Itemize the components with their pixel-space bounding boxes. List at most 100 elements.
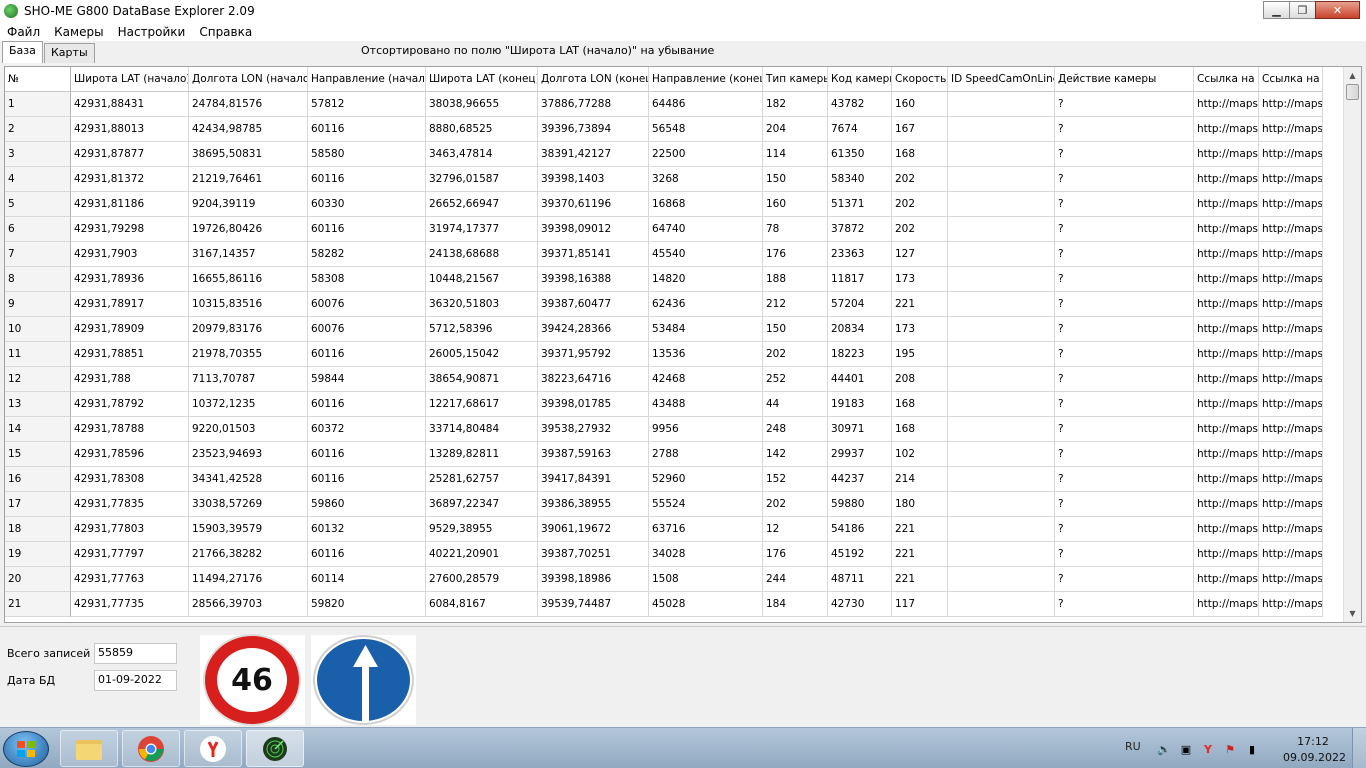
table-cell[interactable]: 42931,78308 xyxy=(71,467,189,492)
table-cell[interactable]: 114 xyxy=(763,142,828,167)
table-cell[interactable]: 59820 xyxy=(308,592,426,617)
table-cell[interactable]: 195 xyxy=(892,342,948,367)
table-cell[interactable]: http://maps. xyxy=(1194,367,1259,392)
table-cell[interactable]: 150 xyxy=(763,167,828,192)
table-cell[interactable]: 244 xyxy=(763,567,828,592)
table-cell[interactable]: 168 xyxy=(892,392,948,417)
column-header[interactable]: Долгота LON (конец) xyxy=(538,67,649,92)
tab-database[interactable]: База xyxy=(2,41,43,63)
table-cell[interactable]: 39387,70251 xyxy=(538,542,649,567)
column-header[interactable]: Ссылка на Яндекс xyxy=(1259,67,1323,92)
table-cell[interactable]: 34028 xyxy=(649,542,763,567)
tab-maps[interactable]: Карты xyxy=(44,43,95,63)
start-button[interactable] xyxy=(3,731,49,767)
column-header[interactable]: Широта LAT (конец) xyxy=(426,67,538,92)
table-cell[interactable]: 52960 xyxy=(649,467,763,492)
table-cell[interactable] xyxy=(948,492,1055,517)
table-cell[interactable]: 31974,17377 xyxy=(426,217,538,242)
table-cell[interactable]: ? xyxy=(1055,342,1194,367)
table-cell[interactable]: 45540 xyxy=(649,242,763,267)
table-cell[interactable]: http://maps. xyxy=(1194,92,1259,117)
table-cell[interactable]: http://maps. xyxy=(1259,517,1323,542)
table-cell[interactable]: ? xyxy=(1055,242,1194,267)
table-cell[interactable]: 221 xyxy=(892,292,948,317)
table-cell[interactable]: ? xyxy=(1055,542,1194,567)
table-cell[interactable]: 38391,42127 xyxy=(538,142,649,167)
table-cell[interactable]: 58580 xyxy=(308,142,426,167)
table-cell[interactable]: 173 xyxy=(892,317,948,342)
table-cell[interactable]: 16655,86116 xyxy=(189,267,308,292)
table-cell[interactable]: 202 xyxy=(892,167,948,192)
table-row[interactable]: 21 42931,77735 28566,39703 59820 6084,8167 39… xyxy=(5,592,1323,617)
scroll-down-icon[interactable]: ▼ xyxy=(1344,605,1361,622)
table-cell[interactable]: 42931,78792 xyxy=(71,392,189,417)
table-cell[interactable] xyxy=(948,167,1055,192)
table-row[interactable]: 7 42931,7903 3167,14357 58282 24138,68688 393… xyxy=(5,242,1323,267)
table-cell[interactable]: http://maps. xyxy=(1194,392,1259,417)
table-cell[interactable]: 42931,78909 xyxy=(71,317,189,342)
row-number-cell[interactable]: 3 xyxy=(5,142,71,167)
table-cell[interactable]: 34341,42528 xyxy=(189,467,308,492)
table-cell[interactable]: 173 xyxy=(892,267,948,292)
table-cell[interactable]: 42931,78596 xyxy=(71,442,189,467)
table-cell[interactable]: 58282 xyxy=(308,242,426,267)
table-row[interactable]: 20 42931,77763 11494,27176 60114 27600,28579… xyxy=(5,567,1323,592)
table-cell[interactable]: 117 xyxy=(892,592,948,617)
menu-help[interactable]: Справка xyxy=(192,25,259,39)
table-row[interactable]: 2 42931,88013 42434,98785 60116 8880,68525 39… xyxy=(5,117,1323,142)
table-row[interactable]: 1 42931,88431 24784,81576 57812 38038,96655 3… xyxy=(5,92,1323,117)
table-cell[interactable]: ? xyxy=(1055,417,1194,442)
table-cell[interactable]: 60116 xyxy=(308,342,426,367)
table-cell[interactable]: 39539,74487 xyxy=(538,592,649,617)
table-row[interactable]: 9 42931,78917 10315,83516 60076 36320,51803 3… xyxy=(5,292,1323,317)
table-cell[interactable] xyxy=(948,342,1055,367)
table-cell[interactable]: 60116 xyxy=(308,542,426,567)
table-cell[interactable]: 2788 xyxy=(649,442,763,467)
menu-settings[interactable]: Настройки xyxy=(111,25,193,39)
table-cell[interactable]: 26652,66947 xyxy=(426,192,538,217)
table-cell[interactable]: 3167,14357 xyxy=(189,242,308,267)
table-cell[interactable] xyxy=(948,142,1055,167)
table-cell[interactable]: 38223,64716 xyxy=(538,367,649,392)
table-cell[interactable]: http://maps. xyxy=(1259,367,1323,392)
table-cell[interactable]: 38038,96655 xyxy=(426,92,538,117)
row-number-cell[interactable]: 8 xyxy=(5,267,71,292)
column-header[interactable]: Скорость xyxy=(892,67,948,92)
table-cell[interactable]: 44401 xyxy=(828,367,892,392)
table-cell[interactable]: 42931,78936 xyxy=(71,267,189,292)
table-cell[interactable]: 16868 xyxy=(649,192,763,217)
table-cell[interactable]: 61350 xyxy=(828,142,892,167)
table-cell[interactable]: 5712,58396 xyxy=(426,317,538,342)
table-cell[interactable]: 221 xyxy=(892,542,948,567)
table-cell[interactable] xyxy=(948,117,1055,142)
table-cell[interactable]: http://maps. xyxy=(1259,417,1323,442)
table-cell[interactable]: 39061,19672 xyxy=(538,517,649,542)
row-number-cell[interactable]: 6 xyxy=(5,217,71,242)
column-header[interactable]: Широта LAT (начало) xyxy=(71,67,189,92)
table-cell[interactable]: 202 xyxy=(892,217,948,242)
table-row[interactable]: 6 42931,79298 19726,80426 60116 31974,17377 3… xyxy=(5,217,1323,242)
table-cell[interactable]: http://maps. xyxy=(1259,192,1323,217)
table-cell[interactable]: ? xyxy=(1055,392,1194,417)
clock[interactable]: 17:12 09.09.2022 xyxy=(1283,734,1346,766)
table-cell[interactable]: 9204,39119 xyxy=(189,192,308,217)
yandex-tray-icon[interactable]: Y xyxy=(1200,741,1216,757)
table-cell[interactable]: ? xyxy=(1055,592,1194,617)
table-cell[interactable]: 39398,16388 xyxy=(538,267,649,292)
table-cell[interactable]: 180 xyxy=(892,492,948,517)
table-cell[interactable]: 56548 xyxy=(649,117,763,142)
table-cell[interactable]: 59860 xyxy=(308,492,426,517)
table-cell[interactable]: http://maps. xyxy=(1259,492,1323,517)
table-cell[interactable]: 62436 xyxy=(649,292,763,317)
table-cell[interactable]: 39398,01785 xyxy=(538,392,649,417)
table-cell[interactable] xyxy=(948,292,1055,317)
table-row[interactable]: 16 42931,78308 34341,42528 60116 25281,62757… xyxy=(5,467,1323,492)
table-cell[interactable] xyxy=(948,567,1055,592)
table-cell[interactable]: 60132 xyxy=(308,517,426,542)
table-cell[interactable]: 25281,62757 xyxy=(426,467,538,492)
table-cell[interactable]: 29937 xyxy=(828,442,892,467)
show-desktop-button[interactable] xyxy=(1352,728,1366,768)
table-cell[interactable]: http://maps. xyxy=(1194,517,1259,542)
table-cell[interactable] xyxy=(948,592,1055,617)
menu-file[interactable]: Файл xyxy=(0,25,47,39)
